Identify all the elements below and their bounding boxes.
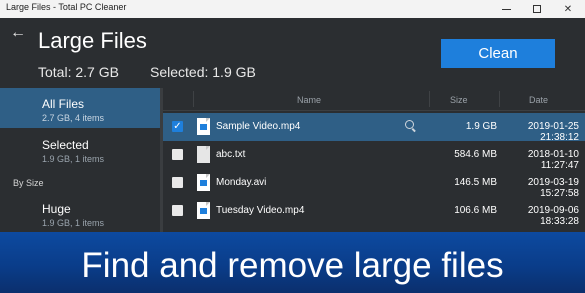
maximize-button[interactable] <box>522 0 552 18</box>
file-date: 2019-01-25 21:38:12 <box>527 121 579 143</box>
sidebar-item-label: Selected <box>42 138 89 152</box>
sidebar-item-sub: 1.9 GB, 1 items <box>42 154 105 164</box>
sidebar-item-sub: 1.9 GB, 1 items <box>42 218 105 228</box>
file-date: 2019-09-06 18:33:28 <box>527 205 579 227</box>
file-name: Sample Video.mp4 <box>216 121 301 132</box>
window-title: Large Files - Total PC Cleaner <box>6 2 127 12</box>
sidebar-item-label: Huge <box>42 202 71 216</box>
file-name: Tuesday Video.mp4 <box>216 205 305 216</box>
column-divider <box>499 91 500 107</box>
video-file-icon <box>197 118 210 135</box>
row-checkbox[interactable]: ✓ <box>172 121 183 132</box>
table-header: Name Size Date <box>163 88 585 111</box>
title-bar: Large Files - Total PC Cleaner ✕ <box>0 0 585 18</box>
back-arrow-icon[interactable]: ← <box>10 24 26 42</box>
sidebar-item-selected[interactable]: Selected 1.9 GB, 1 items <box>0 128 160 168</box>
table-row[interactable]: Monday.avi 146.5 MB 2019-03-19 15:27:58 <box>163 169 585 199</box>
file-size: 584.6 MB <box>454 149 497 160</box>
page-title: Large Files <box>38 28 147 53</box>
page-header: ← Large Files Total: 2.7 GB Selected: 1.… <box>0 18 585 88</box>
by-size-heading: By Size <box>13 178 44 188</box>
close-button[interactable]: ✕ <box>553 0 583 18</box>
file-size: 1.9 GB <box>465 121 497 132</box>
column-divider <box>193 91 194 107</box>
search-icon[interactable] <box>405 120 414 129</box>
promo-banner: Find and remove large files <box>0 232 585 293</box>
table-row[interactable]: abc.txt 584.6 MB 2018-01-10 11:27:47 <box>163 141 585 171</box>
minimize-button[interactable] <box>491 0 521 18</box>
file-date: 2019-03-19 15:27:58 <box>527 177 579 199</box>
clean-button[interactable]: Clean <box>441 39 555 68</box>
minimize-icon <box>501 8 511 10</box>
table-row[interactable]: Tuesday Video.mp4 106.6 MB 2019-09-06 18… <box>163 197 585 227</box>
video-file-icon <box>197 202 210 219</box>
column-header-size[interactable]: Size <box>450 95 468 105</box>
column-header-name[interactable]: Name <box>297 95 321 105</box>
sidebar-item-label: All Files <box>42 97 85 111</box>
app-window: Large Files - Total PC Cleaner ✕ ← Large… <box>0 0 585 293</box>
file-size: 146.5 MB <box>454 177 497 188</box>
selected-size: Selected: 1.9 GB <box>150 64 256 80</box>
row-checkbox[interactable] <box>172 205 183 216</box>
total-size: Total: 2.7 GB <box>38 64 119 80</box>
maximize-icon <box>533 5 541 13</box>
banner-text: Find and remove large files <box>81 246 504 285</box>
video-file-icon <box>197 174 210 191</box>
table-row[interactable]: ✓ Sample Video.mp4 1.9 GB 2019-01-25 21:… <box>163 113 585 143</box>
file-name: abc.txt <box>216 149 246 160</box>
row-checkbox[interactable] <box>172 177 183 188</box>
sidebar-item-all-files[interactable]: All Files 2.7 GB, 4 items <box>0 88 160 128</box>
sidebar-item-sub: 2.7 GB, 4 items <box>42 113 105 123</box>
row-checkbox[interactable] <box>172 149 183 160</box>
file-table: Name Size Date ✓ Sample Video.mp4 1.9 GB… <box>163 88 585 232</box>
column-divider <box>429 91 430 107</box>
file-name: Monday.avi <box>216 177 267 188</box>
text-file-icon <box>197 146 210 163</box>
file-date: 2018-01-10 11:27:47 <box>527 149 579 171</box>
close-icon: ✕ <box>563 3 573 15</box>
sidebar-item-huge[interactable]: Huge 1.9 GB, 1 items <box>0 192 160 232</box>
sidebar: All Files 2.7 GB, 4 items Selected 1.9 G… <box>0 88 163 232</box>
file-size: 106.6 MB <box>454 205 497 216</box>
column-header-date[interactable]: Date <box>529 95 548 105</box>
